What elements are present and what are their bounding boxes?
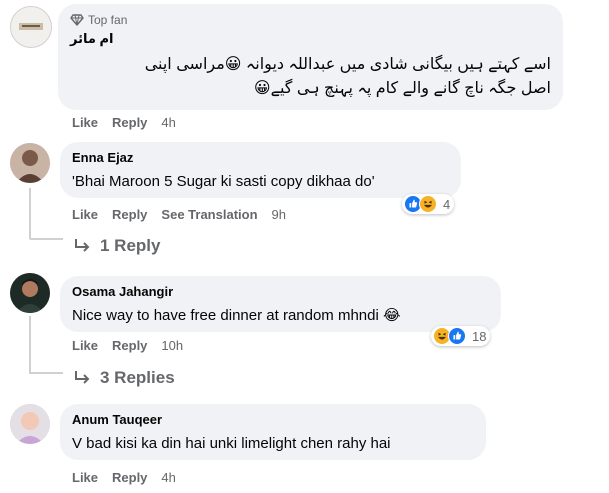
comment-text-line: اصل جگہ ناچ گانے والے کام پہ پہنچ ہی گیے… <box>253 80 551 97</box>
like-button[interactable]: Like <box>72 470 98 485</box>
avatar[interactable] <box>10 143 50 183</box>
avatar-photo-icon <box>10 273 50 313</box>
comment-author[interactable]: Anum Tauqeer <box>72 412 474 428</box>
thread-line <box>29 188 31 238</box>
top-fan-badge: Top fan <box>70 12 551 28</box>
like-reaction-icon <box>448 327 466 345</box>
thread-line <box>29 238 63 240</box>
thread-line <box>29 316 31 373</box>
see-translation-button[interactable]: See Translation <box>161 207 257 222</box>
like-button[interactable]: Like <box>72 115 98 130</box>
reaction-summary[interactable]: 4 <box>402 194 455 214</box>
comment-text: V bad kisi ka din hai unki limelight che… <box>72 435 391 452</box>
avatar[interactable] <box>10 6 52 48</box>
comment-bubble: Osama Jahangir Nice way to have free din… <box>60 276 501 332</box>
top-fan-label: Top fan <box>88 13 128 27</box>
reply-arrow-icon <box>75 239 90 252</box>
like-button[interactable]: Like <box>72 207 98 222</box>
diamond-icon <box>70 14 84 26</box>
comment-text: 'Bhai Maroon 5 Sugar ki sasti copy dikha… <box>72 173 375 190</box>
comment-text: Nice way to have free dinner at random m… <box>72 307 401 324</box>
comment-bubble: Anum Tauqeer V bad kisi ka din hai unki … <box>60 404 486 460</box>
reaction-summary[interactable]: 18 <box>431 326 491 346</box>
comment-author[interactable]: Osama Jahangir <box>72 284 489 300</box>
view-replies-button[interactable]: 3 Replies <box>74 368 175 388</box>
comment-actions: Like Reply 10h <box>72 338 197 353</box>
comment-time[interactable]: 4h <box>161 115 175 130</box>
like-button[interactable]: Like <box>72 338 98 353</box>
avatar-logo-icon <box>11 7 51 47</box>
reply-button[interactable]: Reply <box>112 115 147 130</box>
avatar[interactable] <box>10 404 50 444</box>
comment-bubble: Enna Ejaz 'Bhai Maroon 5 Sugar ki sasti … <box>60 142 461 198</box>
comment-actions: Like Reply See Translation 9h <box>72 207 300 222</box>
comment-author[interactable]: ام مائر <box>70 31 551 47</box>
comment-actions: Like Reply 4h <box>72 470 190 485</box>
thread-line <box>29 372 63 374</box>
comment-time[interactable]: 4h <box>161 470 175 485</box>
reply-button[interactable]: Reply <box>112 338 147 353</box>
comment-actions: Like Reply 4h <box>72 115 190 130</box>
reply-button[interactable]: Reply <box>112 470 147 485</box>
avatar-photo-icon <box>10 143 50 183</box>
avatar[interactable] <box>10 273 50 313</box>
view-replies-button[interactable]: 1 Reply <box>74 236 160 256</box>
comment-time[interactable]: 9h <box>272 207 286 222</box>
reply-button[interactable]: Reply <box>112 207 147 222</box>
view-replies-label: 1 Reply <box>100 236 161 255</box>
reaction-count: 18 <box>472 328 487 344</box>
view-replies-label: 3 Replies <box>100 368 175 387</box>
comment-time[interactable]: 10h <box>161 338 183 353</box>
haha-reaction-icon <box>419 195 437 213</box>
avatar-photo-icon <box>10 404 50 444</box>
reaction-count: 4 <box>443 196 451 212</box>
comment-bubble: Top fan ام مائر اسے کہتے ہیں بیگانی شادی… <box>58 4 563 110</box>
reply-arrow-icon <box>75 371 90 384</box>
comment-author[interactable]: Enna Ejaz <box>72 150 449 166</box>
comment-text-line: اسے کہتے ہیں بیگانی شادی میں عبداللہ دیو… <box>144 56 551 73</box>
